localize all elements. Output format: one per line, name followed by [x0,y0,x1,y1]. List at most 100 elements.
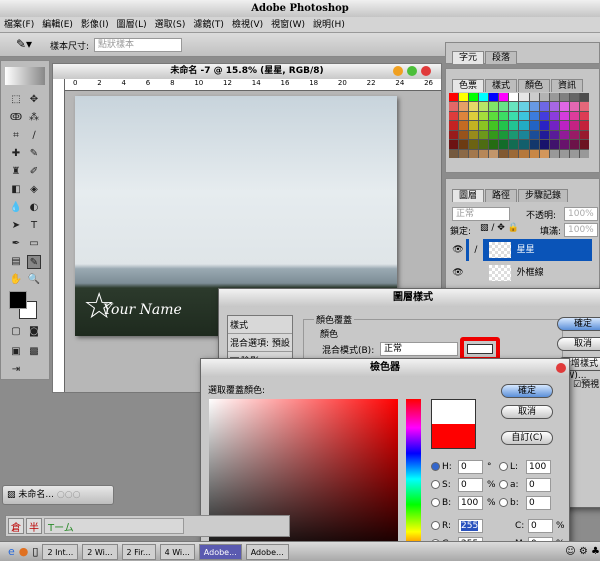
overlay-blend-mode-select[interactable]: 正常 [380,342,458,356]
swatch[interactable] [519,93,529,102]
taskbar-item[interactable]: 2 Wi... [82,543,118,560]
menu-image[interactable]: 影像(I) [81,17,109,32]
lasso-tool-icon[interactable]: ↂ [9,111,23,125]
foreground-color-swatch[interactable] [9,291,27,309]
swatch[interactable] [479,149,489,158]
crop-tool-icon[interactable]: ⌗ [9,129,23,143]
menu-select[interactable]: 選取(S) [155,17,186,32]
hand-tool-icon[interactable]: ✋ [9,273,23,287]
swatch[interactable] [479,111,489,121]
swatch[interactable] [559,93,569,102]
opacity-field[interactable]: 100% [564,207,598,221]
hue-radio[interactable]: H: [431,462,452,472]
b-field[interactable]: 0 [526,496,551,510]
menu-view[interactable]: 檢視(V) [232,17,263,32]
swatch[interactable] [449,93,459,102]
tab-history[interactable]: 步驟記錄 [518,189,569,202]
swatch[interactable] [479,130,489,140]
swatch[interactable] [539,140,549,149]
layer-style-ok-button[interactable]: 確定 [557,317,600,331]
hue-field[interactable]: 0 [458,460,483,474]
tab-color[interactable]: 顏色 [518,79,551,92]
swatch[interactable] [469,149,479,158]
menu-window[interactable]: 視窗(W) [271,17,305,32]
swatch[interactable] [509,149,519,158]
swatch[interactable] [539,93,549,102]
swatch[interactable] [549,149,559,158]
taskbar-item[interactable]: 2 Fir... [121,543,156,560]
fill-field[interactable]: 100% [564,223,598,237]
swatch[interactable] [519,102,529,111]
taskbar-item[interactable]: Adobe... [245,543,289,560]
swatch[interactable] [529,149,539,158]
eyedropper-icon[interactable]: ✎▾ [16,37,32,51]
notes-tool-icon[interactable]: ▤ [9,255,23,269]
swatch[interactable] [489,102,499,111]
menu-edit[interactable]: 編輯(E) [42,17,73,32]
swatch[interactable] [529,121,539,130]
blend-mode-select[interactable]: 正常 [452,207,510,221]
swatch[interactable] [579,130,589,140]
minimized-document[interactable]: ▨ 未命名... ○○○ [2,485,114,505]
swatch[interactable] [489,111,499,121]
taskbar-item[interactable]: 2 Int... [42,543,79,560]
swatch[interactable] [549,102,559,111]
swatch[interactable] [479,93,489,102]
b-radio[interactable]: b: [499,498,519,508]
system-tray-icons[interactable]: ☺ ⚙ ♣ [565,546,600,557]
swatch[interactable] [499,93,509,102]
swatch[interactable] [489,121,499,130]
marquee-tool-icon[interactable]: ⬚ [9,93,23,107]
swatch[interactable] [489,140,499,149]
swatch[interactable] [509,140,519,149]
swatch[interactable] [519,130,529,140]
swatch[interactable] [549,130,559,140]
minimize-icon[interactable] [393,66,403,76]
preview-checkbox[interactable]: ☑預視 [573,377,599,390]
swatch[interactable] [539,102,549,111]
swatch[interactable] [529,130,539,140]
hue-slider[interactable] [406,399,421,559]
saturation-radio[interactable]: S: [431,480,451,490]
bucket-tool-icon[interactable]: ◈ [27,183,41,197]
brush-tool-icon[interactable]: ✎ [27,147,41,161]
swatch[interactable] [499,149,509,158]
ie-icon[interactable]: e [8,545,15,558]
messenger-icon[interactable]: ▯ [32,545,38,558]
swatch[interactable] [519,149,529,158]
tab-character[interactable]: 字元 [452,51,485,64]
menu-help[interactable]: 說明(H) [313,17,345,32]
swatch[interactable] [509,130,519,140]
ime-mode-button[interactable]: 倉 [8,518,24,534]
quick-mask-icon[interactable]: ◙ [27,325,41,339]
swatch[interactable] [579,102,589,111]
swatch[interactable] [539,149,549,158]
swatch[interactable] [489,93,499,102]
ime-width-button[interactable]: 半 [26,518,42,534]
tab-swatches[interactable]: 色票 [452,79,485,92]
swatch[interactable] [569,102,579,111]
lightness-radio[interactable]: L: [499,462,518,472]
move-tool-icon[interactable]: ✥ [27,93,41,107]
dodge-tool-icon[interactable]: ◐ [27,201,41,215]
red-field[interactable]: 255 [458,519,483,533]
a-field[interactable]: 0 [526,478,551,492]
sample-size-select[interactable]: 點狀樣本 [94,38,182,52]
eraser-tool-icon[interactable]: ◧ [9,183,23,197]
swatch[interactable] [479,140,489,149]
swatch[interactable] [569,149,579,158]
swatch[interactable] [489,149,499,158]
swatch[interactable] [459,121,469,130]
swatch[interactable] [529,140,539,149]
swatch[interactable] [569,111,579,121]
swatch[interactable] [579,111,589,121]
swatch[interactable] [559,140,569,149]
close-icon[interactable] [556,363,566,373]
swatch[interactable] [529,93,539,102]
swatch[interactable] [449,140,459,149]
swatch[interactable] [549,140,559,149]
layer-style-cancel-button[interactable]: 取消 [557,337,600,351]
swatch-grid[interactable] [449,93,589,158]
swatch[interactable] [469,130,479,140]
history-brush-icon[interactable]: ✐ [27,165,41,179]
